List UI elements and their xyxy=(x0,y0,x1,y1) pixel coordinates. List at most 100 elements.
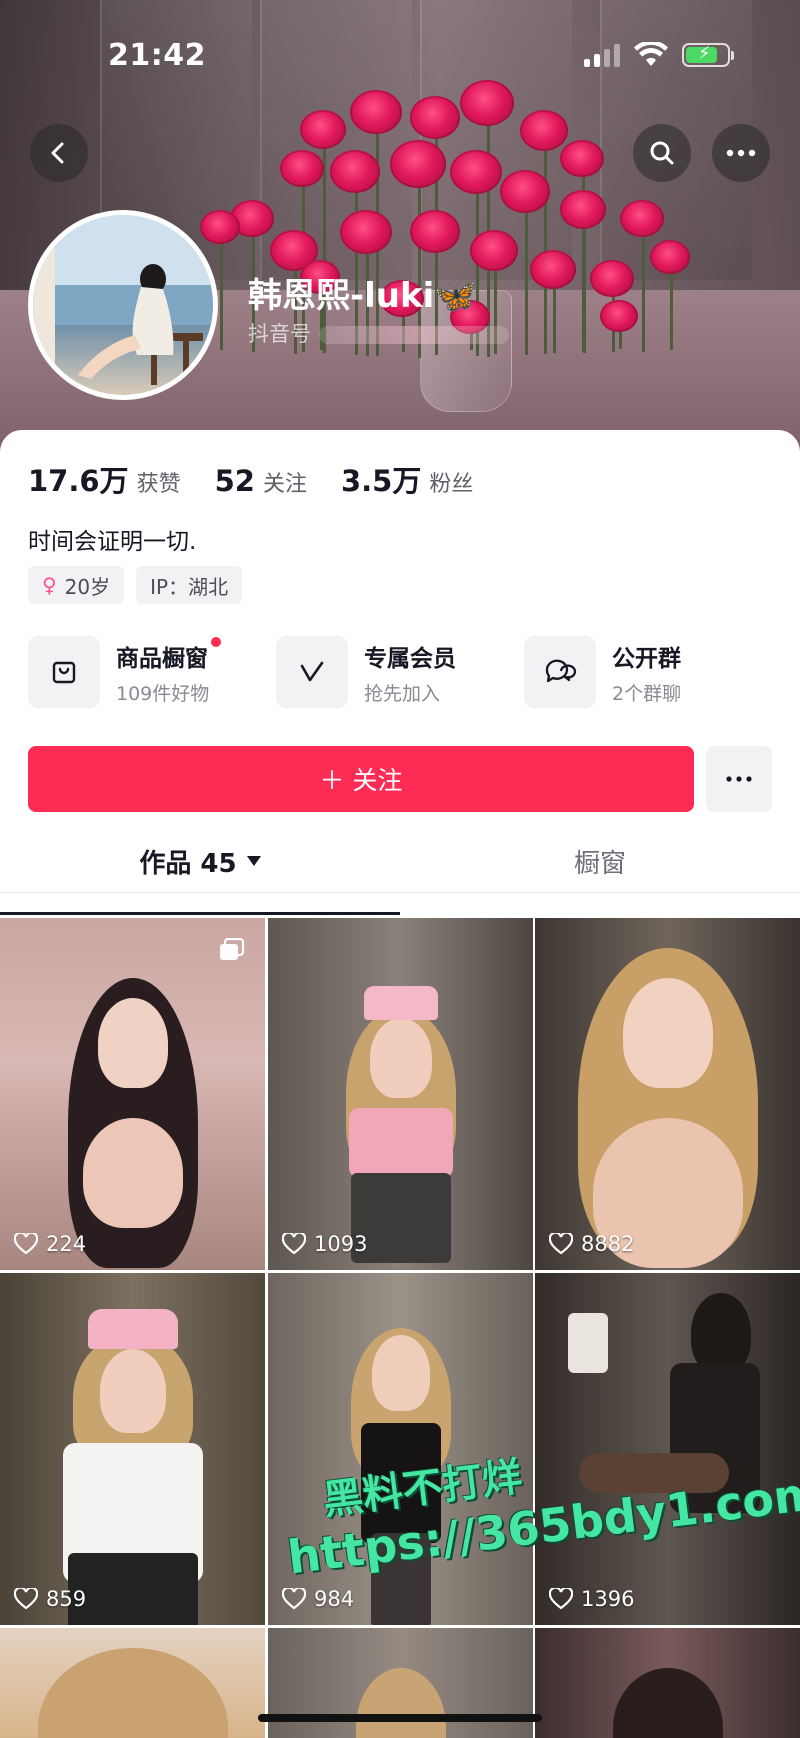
caret-down-icon xyxy=(246,856,261,866)
likes-count: 1396 xyxy=(581,1587,635,1611)
rose xyxy=(500,170,550,213)
stat-label: 粉丝 xyxy=(429,472,474,497)
more-dots-icon xyxy=(726,149,756,157)
multi-image-icon xyxy=(220,938,245,960)
rose xyxy=(450,150,502,195)
profile-nickname: 韩恩熙-luki🦋 xyxy=(248,268,477,317)
video-likes: 1093 xyxy=(282,1232,367,1256)
follow-button[interactable]: ＋ 关注 xyxy=(28,746,694,812)
video-thumbnail[interactable]: 1396 xyxy=(535,1273,800,1625)
search-icon xyxy=(650,141,674,165)
heart-icon xyxy=(282,1233,306,1255)
rose xyxy=(200,210,240,244)
video-likes: 1396 xyxy=(549,1587,634,1611)
heart-icon xyxy=(14,1233,38,1255)
video-thumbnail[interactable] xyxy=(535,1628,800,1738)
profile-bio: 时间会证明一切. xyxy=(28,529,197,555)
rose xyxy=(330,150,380,193)
stat-likes[interactable]: 17.6万 获赞 xyxy=(28,458,181,500)
video-thumbnail[interactable]: 224 xyxy=(0,918,265,1270)
stat-following[interactable]: 52 关注 xyxy=(215,464,307,498)
battery-icon: ⚡ xyxy=(682,43,734,67)
rose xyxy=(350,90,402,135)
video-thumbnail[interactable]: 1093 xyxy=(268,918,533,1270)
heart-icon xyxy=(14,1588,38,1610)
status-icons: ⚡ xyxy=(584,42,734,68)
feature-shop-window[interactable]: 商品橱窗 109件好物 xyxy=(28,636,276,708)
stat-label: 获赞 xyxy=(136,472,181,497)
video-likes: 984 xyxy=(282,1587,354,1611)
rose xyxy=(520,110,568,151)
rose xyxy=(410,210,460,253)
video-thumbnail[interactable]: 8882 xyxy=(535,918,800,1270)
heart-icon xyxy=(282,1588,306,1610)
feature-title: 商品橱窗 xyxy=(116,645,208,672)
rose xyxy=(410,96,460,139)
rose-stem xyxy=(583,213,586,353)
ip-text: IP：湖北 xyxy=(150,574,229,599)
heart-icon xyxy=(549,1588,573,1610)
likes-count: 859 xyxy=(46,1587,87,1611)
ip-tag: IP：湖北 xyxy=(136,566,243,604)
more-dots-icon xyxy=(726,776,752,782)
profile-stats: 17.6万 获赞 52 关注 3.5万 粉丝 xyxy=(28,458,507,500)
stat-label: 关注 xyxy=(262,472,307,497)
signal-icon xyxy=(584,43,620,67)
stat-value: 17.6万 xyxy=(28,464,129,498)
follow-more-button[interactable] xyxy=(706,746,772,812)
more-options-button[interactable] xyxy=(712,124,770,182)
feature-entries: 商品橱窗 109件好物 专属会员 抢先加入 公开群 2个群聊 xyxy=(28,636,788,708)
rose xyxy=(460,80,514,126)
tab-label: 作品 45 xyxy=(139,848,237,879)
tab-works[interactable]: 作品 45 xyxy=(0,830,400,892)
tab-shop-window[interactable]: 橱窗 xyxy=(400,830,800,892)
stat-value: 3.5万 xyxy=(340,464,422,498)
rose-stem xyxy=(544,134,547,354)
bag-icon xyxy=(28,636,100,708)
chevron-left-icon xyxy=(51,142,64,164)
search-button[interactable] xyxy=(633,124,691,182)
rose xyxy=(650,240,690,274)
status-time: 21:42 xyxy=(108,38,206,73)
feature-membership[interactable]: 专属会员 抢先加入 xyxy=(276,636,524,708)
stat-followers[interactable]: 3.5万 粉丝 xyxy=(341,458,473,500)
back-button[interactable] xyxy=(30,124,88,182)
tab-label: 橱窗 xyxy=(573,848,626,879)
avatar-illustration xyxy=(33,215,213,395)
rose xyxy=(390,140,446,188)
video-likes: 859 xyxy=(14,1587,86,1611)
video-thumbnail[interactable]: 859 xyxy=(0,1273,265,1625)
feature-title: 公开群 xyxy=(612,645,681,672)
age-text: 20岁 xyxy=(64,574,111,599)
content-tabs: 作品 45 橱窗 xyxy=(0,830,800,893)
rose-stem xyxy=(642,222,645,352)
stat-value: 52 xyxy=(214,464,255,498)
rose xyxy=(340,210,392,255)
rose xyxy=(530,250,576,290)
rose xyxy=(470,230,518,271)
rose xyxy=(560,190,606,230)
home-indicator[interactable] xyxy=(258,1714,542,1722)
likes-count: 1093 xyxy=(314,1232,368,1256)
likes-count: 8882 xyxy=(581,1232,635,1256)
follow-button-label: ＋ 关注 xyxy=(319,766,403,795)
likes-count: 984 xyxy=(314,1587,355,1611)
age-tag: ♀ 20岁 xyxy=(28,566,125,604)
heart-icon xyxy=(549,1233,573,1255)
feature-subtitle: 抢先加入 xyxy=(364,682,441,705)
rose xyxy=(300,110,346,150)
nickname-text: 韩恩熙-luki xyxy=(248,276,435,316)
profile-tags: ♀ 20岁 IP：湖北 xyxy=(28,566,243,604)
douyin-id-label: 抖音号 xyxy=(248,322,311,346)
video-thumbnail[interactable] xyxy=(0,1628,265,1738)
rose-stem xyxy=(220,230,223,350)
avatar[interactable] xyxy=(28,210,218,400)
feature-public-group[interactable]: 公开群 2个群聊 xyxy=(524,636,772,708)
butterfly-icon: 🦋 xyxy=(434,276,477,316)
feature-subtitle: 2个群聊 xyxy=(612,682,682,705)
feature-subtitle: 109件好物 xyxy=(116,682,210,705)
douyin-id-obscured xyxy=(319,326,509,344)
rose xyxy=(600,300,638,333)
vip-v-icon xyxy=(276,636,348,708)
cover-image: 21:42 ⚡ 韩恩熙-luki🦋 抖音号 xyxy=(0,0,800,460)
